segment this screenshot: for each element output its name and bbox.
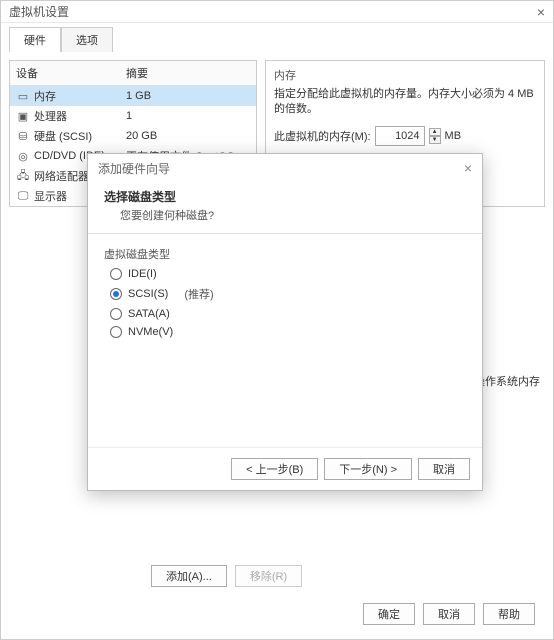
hardware-row-name: 显示器 xyxy=(34,188,67,204)
disk-type-option[interactable]: NVMe(V) xyxy=(110,326,466,338)
wizard-back-button[interactable]: < 上一步(B) xyxy=(231,458,318,480)
memory-icon: ▭ xyxy=(16,90,30,102)
radio-icon[interactable] xyxy=(110,308,122,320)
hardware-row-name: 网络适配器 xyxy=(34,168,89,184)
memory-description: 指定分配给此虚拟机的内存量。内存大小必须为 4 MB 的倍数。 xyxy=(274,87,536,118)
wizard-close-icon[interactable]: × xyxy=(464,160,472,176)
add-hardware-wizard: 添加硬件向导 × 选择磁盘类型 您要创建何种磁盘? 虚拟磁盘类型 IDE(I) S… xyxy=(87,153,483,491)
wizard-cancel-button[interactable]: 取消 xyxy=(418,458,470,480)
disk-type-option[interactable]: IDE(I) xyxy=(110,268,466,280)
radio-label: IDE(I) xyxy=(128,268,157,280)
disk-type-options: IDE(I) SCSI(S) (推荐) SATA(A) NVMe(V) xyxy=(110,268,466,338)
radio-label: SCSI(S) xyxy=(128,288,168,300)
tab-options[interactable]: 选项 xyxy=(61,27,113,52)
display-icon: 🖵 xyxy=(16,190,30,202)
radio-label: SATA(A) xyxy=(128,308,170,320)
hardware-row-name: 内存 xyxy=(34,88,56,104)
disk-type-option[interactable]: SATA(A) xyxy=(110,308,466,320)
memory-section-label: 内存 xyxy=(274,67,536,83)
remove-button: 移除(R) xyxy=(235,565,302,587)
wizard-header: 选择磁盘类型 您要创建何种磁盘? xyxy=(88,182,482,234)
hardware-row[interactable]: ▣ 处理器 1 xyxy=(10,106,256,126)
hardware-list-header: 设备 摘要 xyxy=(10,61,256,86)
vm-settings-window: 虚拟机设置 × 硬件 选项 设备 摘要 ▭ 内存 1 GB ▣ 处理器 1 ⛁ 硬盘 (SCS… xyxy=(0,0,554,640)
hardware-row-name: 硬盘 (SCSI) xyxy=(34,128,92,144)
wizard-title-bar: 添加硬件向导 × xyxy=(88,154,482,182)
close-icon[interactable]: × xyxy=(537,4,545,20)
wizard-header-subtitle: 您要创建何种磁盘? xyxy=(120,207,466,223)
cd-icon: ◎ xyxy=(16,150,30,162)
wizard-next-button[interactable]: 下一步(N) > xyxy=(324,458,412,480)
hardware-row-summary: 20 GB xyxy=(126,130,250,142)
memory-os-text: 操作系统内存 xyxy=(474,373,540,389)
wizard-footer: < 上一步(B) 下一步(N) > 取消 xyxy=(88,447,482,490)
wizard-title: 添加硬件向导 xyxy=(98,160,170,177)
header-device: 设备 xyxy=(10,61,120,85)
hardware-action-buttons: 添加(A)... 移除(R) xyxy=(151,565,302,587)
disk-type-option[interactable]: SCSI(S) (推荐) xyxy=(110,286,466,302)
memory-spinner[interactable]: ▲ ▼ xyxy=(429,128,441,144)
net-icon: 🖧 xyxy=(16,170,30,182)
wizard-header-title: 选择磁盘类型 xyxy=(104,188,466,205)
window-title: 虚拟机设置 xyxy=(9,3,69,20)
hardware-row-summary: 1 xyxy=(126,110,250,122)
cpu-icon: ▣ xyxy=(16,110,30,122)
disk-type-group-label: 虚拟磁盘类型 xyxy=(104,246,466,262)
memory-unit: MB xyxy=(445,130,462,142)
memory-label: 此虚拟机的内存(M): xyxy=(274,128,371,144)
radio-label: NVMe(V) xyxy=(128,326,173,338)
header-summary: 摘要 xyxy=(120,61,256,85)
help-button[interactable]: 帮助 xyxy=(483,603,535,625)
radio-icon[interactable] xyxy=(110,288,122,300)
wizard-body: 虚拟磁盘类型 IDE(I) SCSI(S) (推荐) SATA(A) NVMe(V) xyxy=(88,234,482,447)
add-button[interactable]: 添加(A)... xyxy=(151,565,227,587)
spinner-up-icon[interactable]: ▲ xyxy=(429,128,441,136)
hardware-row-name: 处理器 xyxy=(34,108,67,124)
hardware-row[interactable]: ⛁ 硬盘 (SCSI) 20 GB xyxy=(10,126,256,146)
ok-button[interactable]: 确定 xyxy=(363,603,415,625)
radio-suffix: (推荐) xyxy=(184,286,213,302)
title-bar: 虚拟机设置 × xyxy=(1,1,553,23)
memory-input-row: 此虚拟机的内存(M): ▲ ▼ MB xyxy=(274,126,536,146)
radio-icon[interactable] xyxy=(110,268,122,280)
disk-icon: ⛁ xyxy=(16,130,30,142)
memory-input[interactable] xyxy=(375,126,425,146)
cancel-button[interactable]: 取消 xyxy=(423,603,475,625)
dialog-buttons: 确定 取消 帮助 xyxy=(363,603,535,625)
hardware-row-summary: 1 GB xyxy=(126,90,250,102)
radio-icon[interactable] xyxy=(110,326,122,338)
tabs: 硬件 选项 xyxy=(1,23,553,52)
tab-hardware[interactable]: 硬件 xyxy=(9,27,61,52)
hardware-row[interactable]: ▭ 内存 1 GB xyxy=(10,86,256,106)
spinner-down-icon[interactable]: ▼ xyxy=(429,136,441,144)
